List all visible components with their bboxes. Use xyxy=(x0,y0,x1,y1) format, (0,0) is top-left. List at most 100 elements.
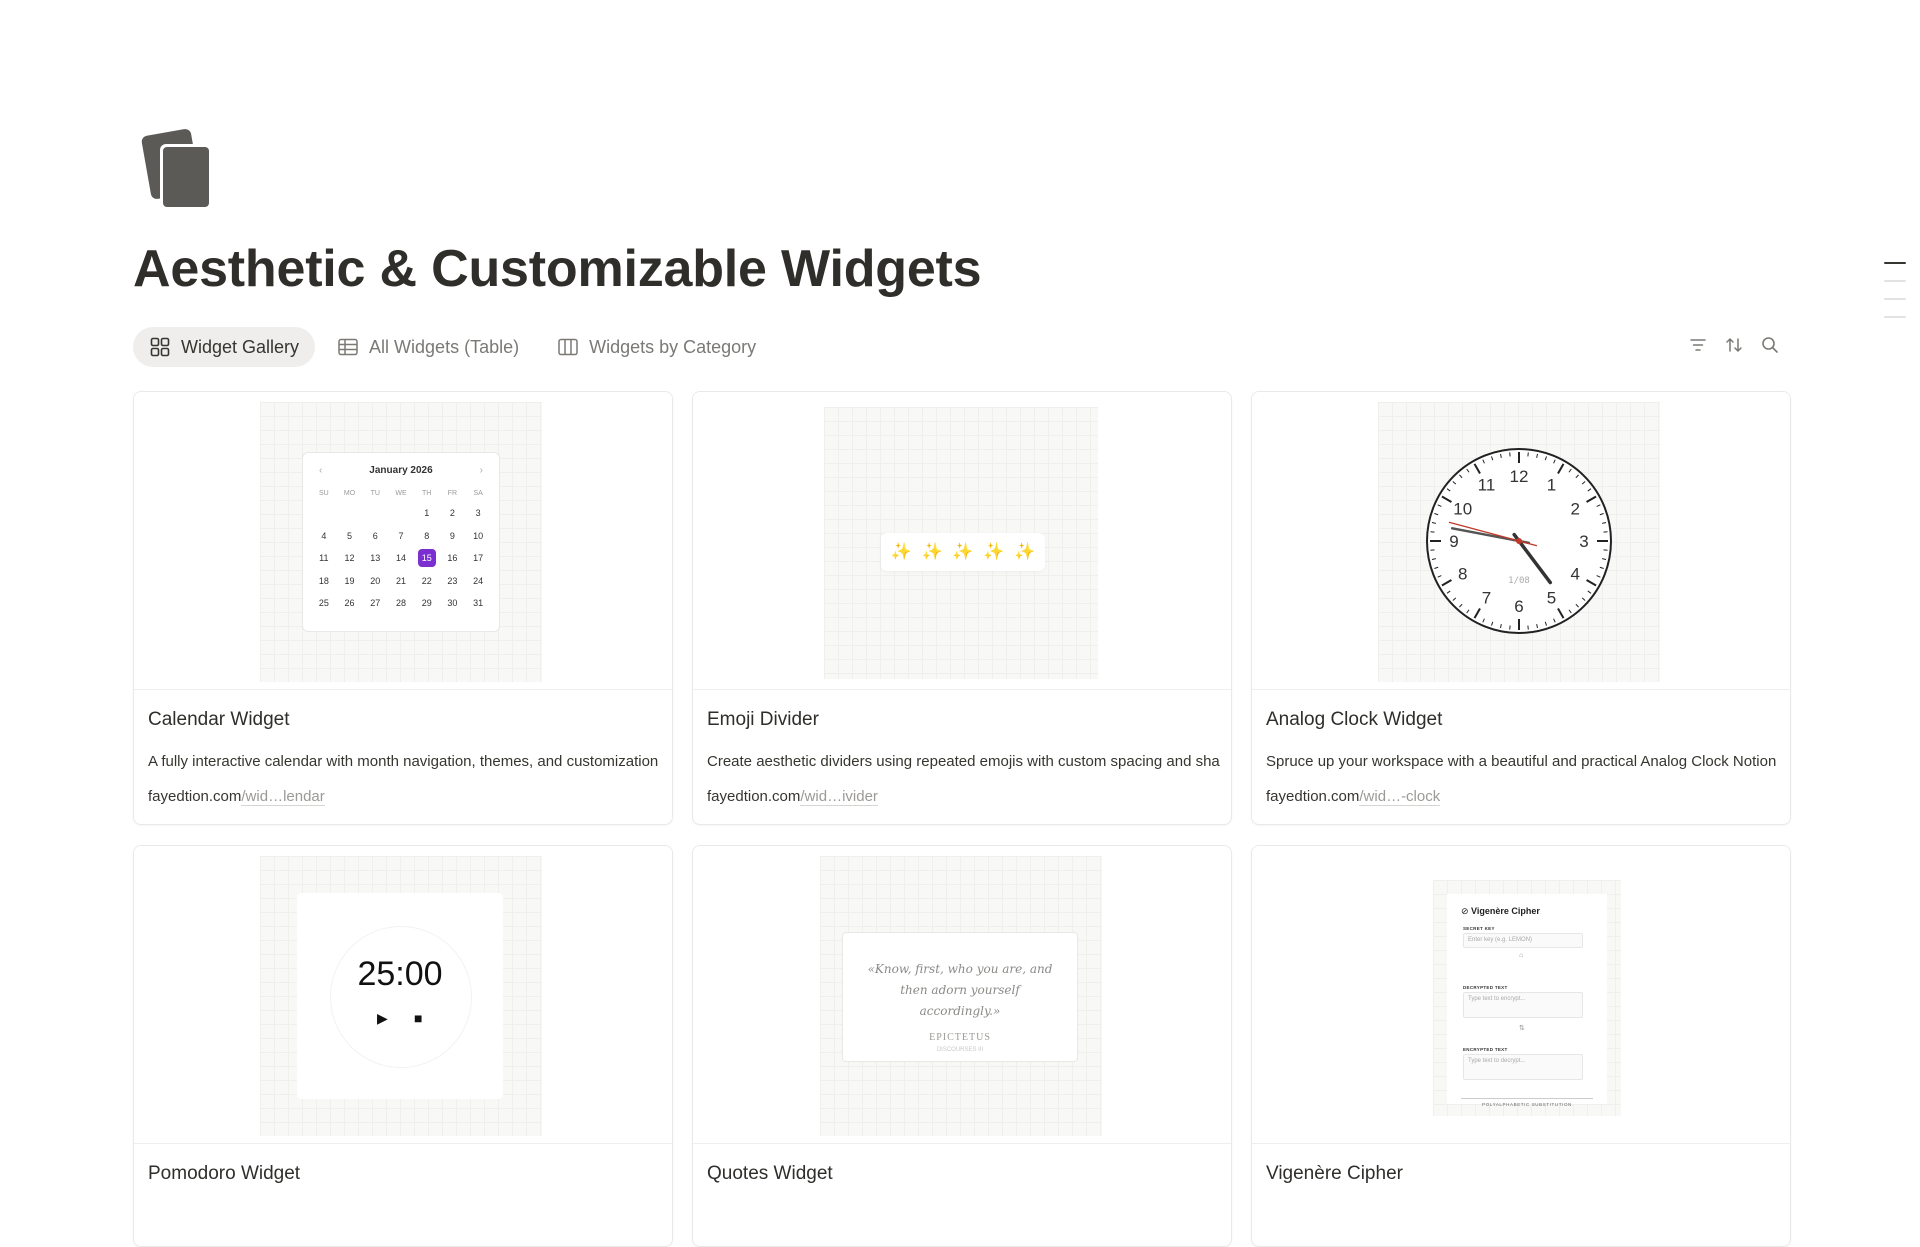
card-title: Quotes Widget xyxy=(707,1163,833,1185)
calendar-day[interactable]: 30 xyxy=(440,592,466,615)
calendar-day[interactable]: 4 xyxy=(311,525,337,548)
lock-icon: ⌂ xyxy=(1519,952,1523,959)
toc-line[interactable] xyxy=(1884,280,1906,282)
encrypted-text-input: Type text to decrypt... xyxy=(1463,1054,1583,1080)
card-cover: 1212345678910111/08 xyxy=(1252,392,1790,690)
quote-author: EPICTETUS xyxy=(843,1032,1077,1043)
calendar-day[interactable]: 3 xyxy=(465,502,491,525)
filter-button[interactable] xyxy=(1688,335,1708,355)
calendar-day[interactable]: 24 xyxy=(465,570,491,593)
preview-canvas: ✨ ✨ ✨ ✨ ✨ xyxy=(824,407,1098,679)
emoji-divider-preview: ✨ ✨ ✨ ✨ ✨ xyxy=(881,533,1045,571)
toc-line[interactable] xyxy=(1884,316,1906,318)
tab-widget-gallery[interactable]: Widget Gallery xyxy=(133,327,315,367)
weekday-label: MO xyxy=(337,484,363,502)
toc-line[interactable] xyxy=(1884,298,1906,300)
toc-line[interactable] xyxy=(1884,262,1906,264)
calendar-day[interactable]: 27 xyxy=(362,592,388,615)
clock-number: 7 xyxy=(1482,588,1491,607)
sparkles-icon: ✨ xyxy=(922,542,943,562)
calendar-day[interactable]: 20 xyxy=(362,570,388,593)
calendar-day[interactable]: 11 xyxy=(311,547,337,570)
calendar-day[interactable]: 16 xyxy=(440,547,466,570)
clock-number: 10 xyxy=(1453,500,1472,519)
table-of-contents-indicator[interactable] xyxy=(1884,262,1906,334)
weekday-label: SU xyxy=(311,484,337,502)
calendar-day-empty xyxy=(388,502,414,525)
calendar-day[interactable]: 31 xyxy=(465,592,491,615)
card-title: Calendar Widget xyxy=(148,709,290,731)
calendar-day[interactable]: 17 xyxy=(465,547,491,570)
gallery-card-quotes-widget[interactable]: «Know, first, who you are, and then ador… xyxy=(692,845,1232,1247)
calendar-day[interactable]: 22 xyxy=(414,570,440,593)
calendar-day[interactable]: 18 xyxy=(311,570,337,593)
clock-number: 5 xyxy=(1547,588,1556,607)
clock-number: 2 xyxy=(1571,500,1580,519)
tab-all-widgets-table[interactable]: All Widgets (Table) xyxy=(321,327,535,367)
calendar-day[interactable]: 23 xyxy=(440,570,466,593)
quote-source: DISCOURSES III xyxy=(843,1047,1077,1053)
card-cover: «Know, first, who you are, and then ador… xyxy=(693,846,1231,1144)
play-icon: ▶ xyxy=(377,1010,388,1027)
gallery-card-calendar-widget[interactable]: ‹ January 2026 › SUMOTUWETHFRSA123456789… xyxy=(133,391,673,825)
card-url-link[interactable]: fayedtion.com/wid…ivider xyxy=(707,788,878,805)
calendar-day[interactable]: 19 xyxy=(337,570,363,593)
calendar-day[interactable]: 29 xyxy=(414,592,440,615)
search-button[interactable] xyxy=(1760,335,1780,355)
calendar-day[interactable]: 12 xyxy=(337,547,363,570)
preview-canvas: ‹ January 2026 › SUMOTUWETHFRSA123456789… xyxy=(260,402,542,682)
quote-text: «Know, first, who you are, and then ador… xyxy=(859,959,1061,1022)
sparkles-icon: ✨ xyxy=(952,542,973,562)
link-path: /wid…ivider xyxy=(800,788,878,806)
encrypted-text-label: ENCRYPTED TEXT xyxy=(1463,1047,1508,1052)
calendar-day[interactable]: 13 xyxy=(362,547,388,570)
view-toolbar xyxy=(1688,335,1780,355)
gallery-card-emoji-divider[interactable]: ✨ ✨ ✨ ✨ ✨ Emoji Divider Create aesthetic… xyxy=(692,391,1232,825)
gallery-card-vigenere-cipher[interactable]: ⊘ Vigenère Cipher SECRET KEY Enter key (… xyxy=(1251,845,1791,1247)
calendar-day[interactable]: 1 xyxy=(414,502,440,525)
clock-number: 8 xyxy=(1458,565,1467,584)
calendar-day-selected[interactable]: 15 xyxy=(414,547,440,570)
card-title: Pomodoro Widget xyxy=(148,1163,300,1185)
calendar-day[interactable]: 9 xyxy=(440,525,466,548)
preview-canvas: 25:00 ▶ ■ xyxy=(260,856,542,1136)
pomodoro-preview: 25:00 ▶ ■ xyxy=(297,893,503,1099)
card-description: Spruce up your workspace with a beautifu… xyxy=(1266,753,1776,770)
vigenere-preview: ⊘ Vigenère Cipher SECRET KEY Enter key (… xyxy=(1447,894,1607,1104)
calendar-header: ‹ January 2026 › xyxy=(303,453,499,484)
card-url-link[interactable]: fayedtion.com/wid…-clock xyxy=(1266,788,1440,805)
tab-widgets-by-category[interactable]: Widgets by Category xyxy=(541,327,772,367)
calendar-day[interactable]: 2 xyxy=(440,502,466,525)
card-url-link[interactable]: fayedtion.com/wid…lendar xyxy=(148,788,325,805)
calendar-day[interactable]: 14 xyxy=(388,547,414,570)
preview-canvas: ⊘ Vigenère Cipher SECRET KEY Enter key (… xyxy=(1433,880,1621,1116)
calendar-day[interactable]: 8 xyxy=(414,525,440,548)
sort-button[interactable] xyxy=(1724,335,1744,355)
weekday-label: WE xyxy=(388,484,414,502)
sparkles-icon: ✨ xyxy=(1014,542,1035,562)
card-title: Vigenère Cipher xyxy=(1266,1163,1403,1185)
calendar-day[interactable]: 26 xyxy=(337,592,363,615)
clock-number: 4 xyxy=(1571,565,1580,584)
gallery-card-analog-clock-widget[interactable]: 1212345678910111/08 Analog Clock Widget … xyxy=(1251,391,1791,825)
link-path: /wid…lendar xyxy=(241,788,324,806)
chevron-left-icon: ‹ xyxy=(319,465,322,476)
tab-label: Widget Gallery xyxy=(181,337,299,358)
link-domain: fayedtion.com xyxy=(1266,788,1359,805)
search-icon xyxy=(1760,335,1780,355)
calendar-day[interactable]: 10 xyxy=(465,525,491,548)
secret-key-input: Enter key (e.g. LEMON) xyxy=(1463,933,1583,948)
calendar-day[interactable]: 25 xyxy=(311,592,337,615)
calendar-day[interactable]: 28 xyxy=(388,592,414,615)
calendar-day[interactable]: 21 xyxy=(388,570,414,593)
card-cover: ✨ ✨ ✨ ✨ ✨ xyxy=(693,392,1231,690)
progress-ring xyxy=(330,926,472,1068)
page-icon-stacked-cards[interactable] xyxy=(140,126,228,214)
gallery-card-pomodoro-widget[interactable]: 25:00 ▶ ■ Pomodoro Widget xyxy=(133,845,673,1247)
calendar-day[interactable]: 5 xyxy=(337,525,363,548)
sort-icon xyxy=(1724,335,1744,355)
calendar-day[interactable]: 7 xyxy=(388,525,414,548)
card-description: A fully interactive calendar with month … xyxy=(148,753,658,770)
link-domain: fayedtion.com xyxy=(148,788,241,805)
calendar-day[interactable]: 6 xyxy=(362,525,388,548)
